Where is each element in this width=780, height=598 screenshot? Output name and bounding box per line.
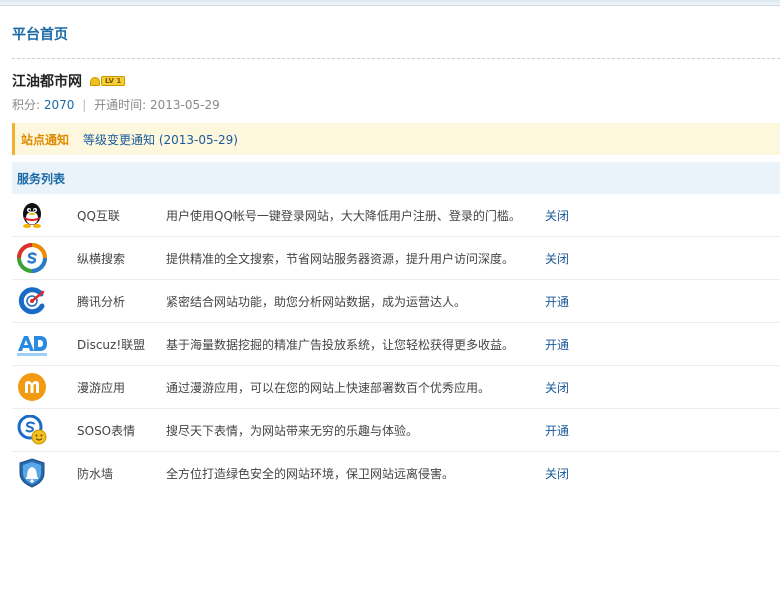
- title-divider: [12, 58, 780, 59]
- service-row-manyou: 漫游应用 通过漫游应用，可以在您的网站上快速部署数百个优秀应用。 关闭: [12, 366, 780, 409]
- notice-link[interactable]: 等级变更通知 (2013-05-29): [83, 131, 238, 148]
- services-list: QQ互联 用户使用QQ帐号一键登录网站，大大降低用户注册、登录的门槛。 关闭 纵…: [12, 194, 780, 495]
- level-badge-icon: LV 1: [90, 76, 126, 87]
- service-desc: 全方位打造绿色安全的网站环境，保卫网站远离侵害。: [166, 467, 455, 481]
- service-desc: 用户使用QQ帐号一键登录网站，大大降低用户注册、登录的门槛。: [166, 208, 521, 223]
- service-toggle-link[interactable]: 开通: [545, 336, 569, 353]
- meta-separator: |: [82, 98, 87, 112]
- level-tag: LV 1: [101, 76, 126, 86]
- services-header: 服务列表: [12, 162, 780, 194]
- service-name: QQ互联: [77, 208, 120, 223]
- top-border: [0, 0, 780, 6]
- service-row-analytics: 腾讯分析 紧密结合网站功能，助您分析网站数据，成为运营达人。 开通: [12, 280, 780, 323]
- site-name-row: 江油都市网 LV 1: [12, 71, 126, 91]
- service-desc: 通过漫游应用，可以在您的网站上快速部署数百个优秀应用。: [166, 380, 491, 395]
- service-toggle-link[interactable]: 关闭: [545, 379, 569, 396]
- soso-search-icon: [17, 243, 47, 273]
- service-name: 漫游应用: [77, 380, 126, 395]
- page-title: 平台首页: [12, 27, 68, 43]
- opened-date: 2013-05-29: [150, 98, 220, 112]
- site-meta: 积分: 2070 | 开通时间: 2013-05-29: [12, 96, 220, 113]
- service-name: Discuz!联盟: [77, 337, 146, 352]
- service-name: SOSO表情: [77, 423, 136, 438]
- notice-label: 站点通知: [21, 132, 70, 147]
- service-toggle-link[interactable]: 关闭: [545, 250, 569, 267]
- service-desc: 提供精准的全文搜索，节省网站服务器资源，提升用户访问深度。: [166, 251, 515, 266]
- points-value: 2070: [43, 98, 75, 112]
- points-label: 积分:: [12, 98, 41, 112]
- shield-icon: [19, 458, 45, 488]
- site-notice: 站点通知 等级变更通知 (2013-05-29): [12, 123, 780, 155]
- qq-penguin-icon: [23, 203, 41, 228]
- manyou-icon: [18, 373, 46, 401]
- level-wings-icon: [90, 76, 100, 86]
- service-desc: 紧密结合网站功能，助您分析网站数据，成为运营达人。: [166, 294, 467, 309]
- service-desc: 基于海量数据挖掘的精准广告投放系统，让您轻松获得更多收益。: [166, 337, 515, 352]
- service-desc: 搜尽天下表情，为网站带来无穷的乐趣与体验。: [166, 423, 419, 438]
- opened-label: 开通时间:: [94, 98, 147, 112]
- service-row-union: Discuz!联盟 基于海量数据挖掘的精准广告投放系统，让您轻松获得更多收益。 …: [12, 323, 780, 366]
- service-name: 防水墙: [77, 467, 114, 481]
- emoticon-icon: [17, 415, 47, 445]
- ad-icon: [17, 336, 47, 356]
- service-toggle-link[interactable]: 开通: [545, 422, 569, 439]
- service-row-qq-connect: QQ互联 用户使用QQ帐号一键登录网站，大大降低用户注册、登录的门槛。 关闭: [12, 194, 780, 237]
- service-toggle-link[interactable]: 关闭: [545, 465, 569, 482]
- service-row-emoticon: SOSO表情 搜尽天下表情，为网站带来无穷的乐趣与体验。 开通: [12, 409, 780, 452]
- service-toggle-link[interactable]: 开通: [545, 293, 569, 310]
- analytics-icon: [18, 287, 45, 315]
- service-name: 腾讯分析: [77, 294, 126, 309]
- service-row-firewall: 防水墙 全方位打造绿色安全的网站环境，保卫网站远离侵害。 关闭: [12, 452, 780, 495]
- site-name: 江油都市网: [12, 74, 82, 90]
- service-row-search: 纵横搜索 提供精准的全文搜索，节省网站服务器资源，提升用户访问深度。 关闭: [12, 237, 780, 280]
- service-name: 纵横搜索: [77, 251, 126, 266]
- service-toggle-link[interactable]: 关闭: [545, 207, 569, 224]
